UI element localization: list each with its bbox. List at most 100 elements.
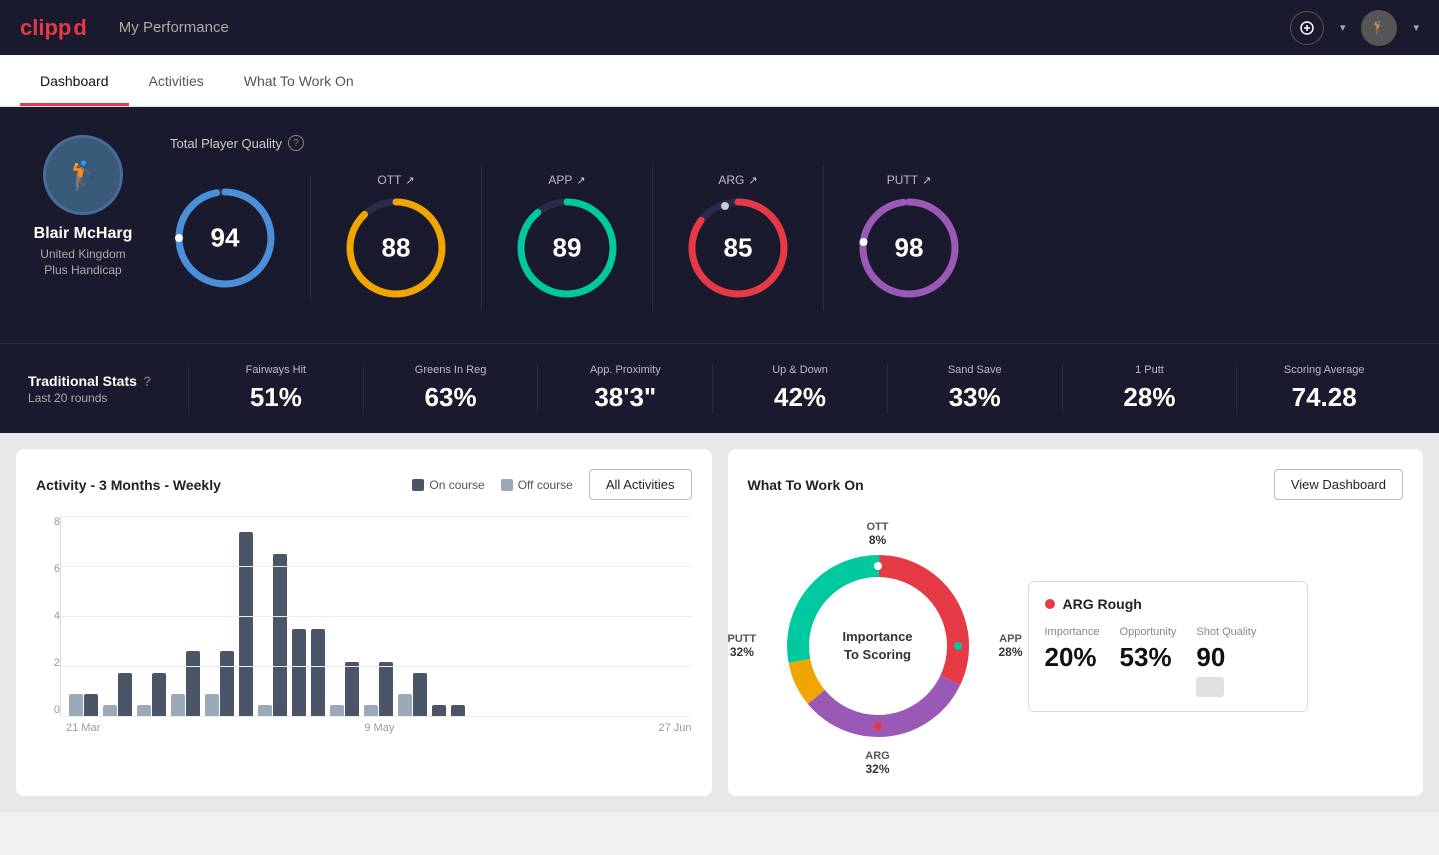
add-button[interactable]: [1290, 11, 1324, 45]
y-label-0: 0: [36, 704, 60, 716]
player-avatar: 🏌️: [43, 135, 123, 215]
legend-offcourse: Off course: [501, 478, 573, 492]
scores-row: 94 OTT ↗ 88: [170, 165, 1411, 311]
bar-oncourse-8: [311, 629, 325, 716]
y-label-6: 6: [36, 563, 60, 575]
arg-stat-badge: [1196, 677, 1224, 697]
bar-group-10: [364, 662, 393, 716]
chart-legend: On course Off course: [412, 478, 573, 492]
putt-gauge: 98: [854, 193, 964, 303]
x-label-2: 27 Jun: [658, 722, 691, 734]
player-country: United Kingdom: [40, 247, 125, 261]
trad-stat-greens: Greens In Reg 63%: [363, 364, 538, 413]
arg-card-dot: [1045, 599, 1055, 609]
legend-oncourse: On course: [412, 478, 484, 492]
player-name: Blair McHarg: [34, 225, 133, 243]
hero-section: 🏌️ Blair McHarg United Kingdom Plus Hand…: [0, 107, 1439, 343]
trad-stats-label-group: Traditional Stats ? Last 20 rounds: [28, 373, 188, 405]
tpq-main-score: 94: [170, 175, 311, 301]
x-label-1: 9 May: [364, 722, 394, 734]
bar-group-12: [432, 705, 446, 716]
top-nav: clippd My Performance ▾ 🏌️ ▾: [0, 0, 1439, 55]
bar-oncourse-2: [152, 673, 166, 716]
view-dashboard-button[interactable]: View Dashboard: [1274, 469, 1403, 500]
bar-offcourse-11: [398, 694, 412, 716]
wtwo-panel-header: What To Work On View Dashboard: [748, 469, 1404, 500]
main-gauge: 94: [170, 183, 280, 293]
what-to-work-on-panel: What To Work On View Dashboard OTT 8% AP…: [728, 449, 1424, 796]
bar-offcourse-3: [171, 694, 185, 716]
donut-svg: [768, 536, 988, 756]
arg-stat-shotquality: Shot Quality 90: [1196, 626, 1256, 697]
legend-offcourse-dot: [501, 479, 513, 491]
arg-rough-card: ARG Rough Importance 20% Opportunity 53%…: [1028, 581, 1308, 712]
avatar[interactable]: 🏌️: [1361, 10, 1397, 46]
y-label-8: 8: [36, 516, 60, 528]
bar-oncourse-11: [413, 673, 427, 716]
logo-d: d: [73, 15, 86, 41]
tab-activities[interactable]: Activities: [129, 55, 224, 106]
tpq-label: Total Player Quality ?: [170, 135, 1411, 151]
bar-oncourse-3: [186, 651, 200, 716]
bar-group-7: [292, 629, 306, 716]
trad-stat-updown: Up & Down 42%: [712, 364, 887, 413]
trad-stats-help-icon[interactable]: ?: [143, 373, 152, 389]
app-score: APP ↗ 89: [482, 165, 653, 311]
arg-gauge: 85: [683, 193, 793, 303]
x-label-0: 21 Mar: [66, 722, 100, 734]
bar-offcourse-2: [137, 705, 151, 716]
activity-chart-title: Activity - 3 Months - Weekly: [36, 477, 221, 493]
trad-stats-label: Traditional Stats ?: [28, 373, 188, 389]
bar-offcourse-4: [205, 694, 219, 716]
add-dropdown-arrow: ▾: [1340, 21, 1346, 34]
bar-group-1: [103, 673, 132, 716]
trad-stats-sublabel: Last 20 rounds: [28, 391, 188, 405]
bar-group-8: [311, 629, 325, 716]
bar-oncourse-0: [84, 694, 98, 716]
donut-label-putt: PUTT 32%: [728, 633, 757, 659]
bar-group-11: [398, 673, 427, 716]
bar-group-9: [330, 662, 359, 716]
arg-score: ARG ↗ 85: [653, 165, 824, 311]
bar-oncourse-10: [379, 662, 393, 716]
trad-stat-scoring: Scoring Average 74.28: [1236, 364, 1411, 413]
bar-group-6: [258, 554, 287, 717]
player-info: 🏌️ Blair McHarg United Kingdom Plus Hand…: [28, 135, 138, 277]
ott-score: OTT ↗ 88: [311, 165, 482, 311]
activity-panel: Activity - 3 Months - Weekly On course O…: [16, 449, 712, 796]
tab-dashboard[interactable]: Dashboard: [20, 55, 129, 106]
tpq-help-icon[interactable]: ?: [288, 135, 304, 151]
putt-score: PUTT ↗ 98: [824, 165, 994, 311]
page-title: My Performance: [119, 19, 229, 36]
app-logo: clippd: [20, 15, 87, 41]
tab-what-to-work-on[interactable]: What To Work On: [224, 55, 374, 106]
bar-oncourse-1: [118, 673, 132, 716]
app-gauge: 89: [512, 193, 622, 303]
bar-offcourse-0: [69, 694, 83, 716]
tabs-bar: Dashboard Activities What To Work On: [0, 55, 1439, 107]
bar-oncourse-4: [220, 651, 234, 716]
bottom-panels: Activity - 3 Months - Weekly On course O…: [0, 433, 1439, 812]
bar-group-0: [69, 694, 98, 716]
arg-card-stats: Importance 20% Opportunity 53% Shot Qual…: [1045, 626, 1291, 697]
bar-offcourse-9: [330, 705, 344, 716]
y-label-4: 4: [36, 610, 60, 622]
trad-stat-fairways: Fairways Hit 51%: [188, 364, 363, 413]
donut-chart-wrapper: OTT 8% APP 28% ARG 32% PUTT: [748, 516, 1008, 776]
legend-oncourse-dot: [412, 479, 424, 491]
bar-group-4: [205, 651, 234, 716]
ott-gauge: 88: [341, 193, 451, 303]
bar-oncourse-12: [432, 705, 446, 716]
bar-offcourse-6: [258, 705, 272, 716]
bar-oncourse-5: [239, 532, 253, 716]
bar-offcourse-1: [103, 705, 117, 716]
donut-section: OTT 8% APP 28% ARG 32% PUTT: [748, 516, 1404, 776]
bar-group-5: [239, 532, 253, 716]
donut-label-app: APP 28%: [998, 633, 1022, 659]
bar-oncourse-13: [451, 705, 465, 716]
avatar-dropdown-arrow: ▾: [1413, 21, 1419, 34]
bar-group-3: [171, 651, 200, 716]
all-activities-button[interactable]: All Activities: [589, 469, 692, 500]
arg-stat-importance: Importance 20%: [1045, 626, 1100, 697]
logo-text: clipp: [20, 15, 71, 41]
